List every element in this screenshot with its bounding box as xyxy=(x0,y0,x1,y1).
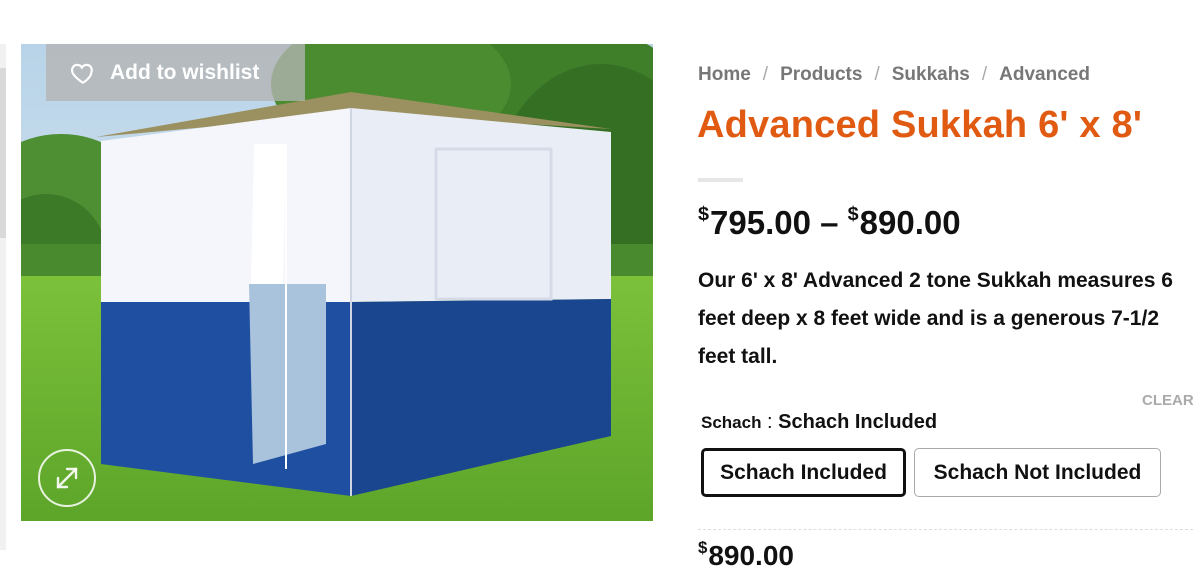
attribute-selected-value: Schach Included xyxy=(778,411,938,433)
attribute-separator: : xyxy=(767,411,773,433)
swatch-schach-not-included[interactable]: Schach Not Included xyxy=(914,448,1161,497)
price-separator: – xyxy=(820,203,839,241)
breadcrumb-products[interactable]: Products xyxy=(780,64,862,85)
add-to-wishlist-button[interactable]: Add to wishlist xyxy=(46,44,305,101)
variation-divider xyxy=(698,529,1193,530)
wishlist-label: Add to wishlist xyxy=(110,60,260,84)
price-max: 890.00 xyxy=(859,203,961,241)
attribute-name: Schach xyxy=(701,413,762,432)
clear-selection-link[interactable]: CLEAR xyxy=(1142,392,1193,409)
title-divider xyxy=(698,178,743,182)
breadcrumb-advanced[interactable]: Advanced xyxy=(999,64,1090,85)
zoom-button[interactable] xyxy=(38,449,96,507)
price-range: $795.00 – $890.00 xyxy=(698,203,961,242)
sukkah-photo xyxy=(21,44,653,521)
gallery-scrollbar[interactable] xyxy=(0,44,6,550)
swatch-schach-included[interactable]: Schach Included xyxy=(701,448,906,497)
breadcrumb-separator: / xyxy=(762,64,769,85)
product-image[interactable] xyxy=(21,44,653,521)
breadcrumb-separator: / xyxy=(874,64,880,85)
selected-variation-price: $890.00 xyxy=(698,538,794,572)
breadcrumb: Home / Products / Sukkahs / Advanced xyxy=(698,64,1090,86)
heart-icon xyxy=(70,63,93,84)
product-short-description: Our 6' x 8' Advanced 2 tone Sukkah measu… xyxy=(698,269,1173,368)
expand-arrows-icon xyxy=(56,467,78,489)
variation-attribute-label: Schach : Schach Included xyxy=(701,411,937,434)
currency-symbol: $ xyxy=(698,538,708,557)
selected-price-amount: 890.00 xyxy=(708,539,794,571)
currency-symbol: $ xyxy=(698,203,710,225)
product-title: Advanced Sukkah 6' x 8' xyxy=(697,104,1143,146)
gallery-scrollbar-thumb[interactable] xyxy=(0,68,6,238)
currency-symbol: $ xyxy=(847,203,859,225)
breadcrumb-home[interactable]: Home xyxy=(698,64,751,85)
price-min: 795.00 xyxy=(710,203,811,241)
breadcrumb-sukkahs[interactable]: Sukkahs xyxy=(892,64,970,85)
breadcrumb-separator: / xyxy=(981,64,988,85)
